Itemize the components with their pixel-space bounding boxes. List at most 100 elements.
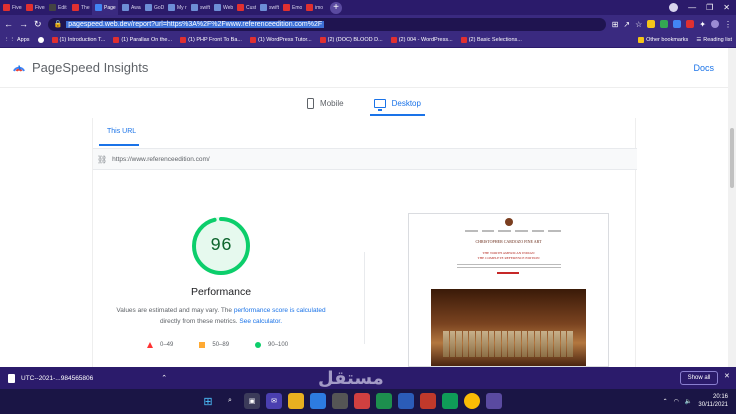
browser-tab[interactable]: Fiverr✕ — [0, 0, 22, 15]
google-bookmark[interactable] — [37, 37, 44, 43]
browser-tab[interactable]: Web✕ — [211, 0, 233, 15]
other-bookmarks[interactable]: Other bookmarks — [638, 37, 688, 43]
browser-tab[interactable]: Cust✕ — [234, 0, 256, 15]
chevron-up-icon[interactable]: ⌃ — [161, 374, 167, 382]
volume-icon[interactable]: 🔈 — [685, 398, 692, 405]
browser-tab[interactable]: GoD✕ — [142, 0, 164, 15]
reading-list[interactable]: ☰ Reading list — [696, 37, 732, 43]
file-explorer-icon[interactable] — [288, 393, 304, 409]
restore-icon[interactable]: ❐ — [706, 3, 713, 12]
windows-start-icon[interactable]: ⊞ — [200, 393, 216, 409]
browser-tab[interactable]: imo✕ — [303, 0, 325, 15]
bookmark-item[interactable]: (1) Parallax On the... — [113, 37, 172, 43]
system-tray: ⌃ ◠ 🔈 20:16 30/11/2021 — [663, 393, 728, 409]
tab-favicon-icon — [237, 4, 244, 11]
youtube-icon — [390, 37, 397, 43]
tab-label: swift — [200, 4, 210, 11]
tab-label: Web — [223, 4, 233, 11]
extension-icon[interactable] — [647, 20, 656, 28]
apps-grid-icon: ⋮⋮ — [4, 37, 15, 43]
task-view-icon[interactable]: ▣ — [244, 393, 260, 409]
profile-icon[interactable] — [669, 3, 679, 12]
extension-icon[interactable] — [673, 20, 682, 28]
minimize-icon[interactable]: — — [688, 3, 696, 12]
wifi-icon[interactable]: ◠ — [674, 398, 679, 405]
chevron-up-icon[interactable]: ⌃ — [663, 398, 668, 405]
desktop-icon — [373, 98, 386, 111]
youtube-icon — [460, 37, 467, 43]
browser-tab[interactable]: Awar✕ — [119, 0, 141, 15]
menu-icon[interactable]: ⋮ — [724, 20, 732, 29]
extension-icon[interactable] — [660, 20, 669, 28]
puzzle-icon[interactable]: ✦ — [699, 20, 706, 29]
page-header: PageSpeed Insights Docs — [0, 48, 728, 88]
tab-label: My r — [177, 4, 187, 11]
app-icon[interactable] — [420, 393, 436, 409]
avatar[interactable] — [711, 20, 719, 28]
scrollbar-thumb[interactable] — [730, 128, 734, 188]
show-all-button[interactable]: Show all — [680, 371, 718, 385]
youtube-icon — [180, 37, 187, 43]
browser-toolbar: ← → ↻ 🔒 pagespeed.web.dev/report?url=htt… — [0, 15, 736, 33]
app-icon[interactable] — [442, 393, 458, 409]
app-title: PageSpeed Insights — [32, 60, 149, 75]
tab-this-url[interactable]: This URL — [107, 128, 136, 135]
tab-label: Emo — [292, 4, 302, 11]
address-bar[interactable]: 🔒 pagespeed.web.dev/report?url=https%3A%… — [47, 17, 606, 31]
qr-icon[interactable]: ⊞ — [612, 20, 619, 29]
download-item[interactable]: UTC--2021-...984565806 ⌃ — [8, 373, 167, 383]
tab-favicon-icon — [214, 4, 221, 11]
new-tab-button[interactable]: + — [330, 1, 342, 14]
docs-link[interactable]: Docs — [693, 63, 714, 73]
bookmark-item[interactable]: (2) 004 - WordPress... — [390, 37, 453, 43]
bookmark-item[interactable]: (1) WordPress Tutor... — [249, 37, 312, 43]
tab-label: Cust — [246, 4, 256, 11]
apps-bookmark[interactable]: ⋮⋮ Apps — [4, 37, 30, 43]
browser-tab[interactable]: swift✕ — [188, 0, 210, 15]
address-bar-url[interactable]: pagespeed.web.dev/report?url=https%3A%2F… — [66, 20, 325, 28]
search-icon[interactable]: ⌕ — [222, 393, 238, 409]
clock[interactable]: 20:16 30/11/2021 — [698, 393, 728, 409]
browser-tab[interactable]: Page✕ — [92, 0, 118, 15]
browser-tab[interactable]: Emo✕ — [280, 0, 302, 15]
square-icon — [199, 342, 206, 348]
close-icon[interactable]: ✕ — [724, 372, 730, 380]
bookmark-item[interactable]: (1) PHP Front To Ba... — [180, 37, 242, 43]
forward-icon[interactable]: → — [19, 19, 28, 29]
tab-favicon-icon — [260, 4, 267, 11]
chrome-icon[interactable] — [464, 393, 480, 409]
reload-icon[interactable]: ↻ — [34, 19, 42, 30]
tab-label: Fiverr — [12, 4, 22, 11]
browser-tab[interactable]: swift✕ — [257, 0, 279, 15]
bookmark-item[interactable]: (1) Introduction T... — [51, 37, 105, 43]
share-icon[interactable]: ↗ — [623, 20, 630, 29]
tested-url[interactable]: https://www.referenceedition.com/ — [112, 156, 210, 163]
app-icon[interactable] — [354, 393, 370, 409]
star-icon[interactable]: ☆ — [635, 20, 642, 29]
tab-favicon-icon — [49, 4, 56, 11]
browser-tab[interactable]: Fiverr✕ — [23, 0, 45, 15]
store-icon[interactable] — [332, 393, 348, 409]
bookmark-item[interactable]: (2) Basic Selections... — [460, 37, 522, 43]
page-scrollbar[interactable] — [728, 48, 736, 367]
window-controls: — ❐ ✕ — [669, 3, 736, 12]
bookmark-item[interactable]: (2) (DOC) BLOOD D... — [319, 37, 383, 43]
preview-link — [497, 272, 519, 274]
tab-mobile[interactable]: Mobile — [303, 88, 348, 118]
google-icon — [37, 37, 44, 43]
browser-tab[interactable]: The✕ — [69, 0, 91, 15]
edge-icon[interactable] — [310, 393, 326, 409]
preview-photo — [431, 289, 586, 366]
close-window-icon[interactable]: ✕ — [723, 3, 730, 12]
browser-tab[interactable]: My r✕ — [165, 0, 187, 15]
chat-icon[interactable]: ✉ — [266, 393, 282, 409]
score-calc-link[interactable]: performance score is calculated — [234, 307, 326, 314]
tab-desktop[interactable]: Desktop — [369, 88, 426, 118]
extension-icon[interactable] — [686, 20, 695, 28]
browser-tab[interactable]: Edit✕ — [46, 0, 68, 15]
see-calculator-link[interactable]: See calculator. — [239, 318, 282, 325]
back-icon[interactable]: ← — [4, 19, 13, 29]
excel-icon[interactable] — [376, 393, 392, 409]
app-icon[interactable] — [486, 393, 502, 409]
word-icon[interactable] — [398, 393, 414, 409]
